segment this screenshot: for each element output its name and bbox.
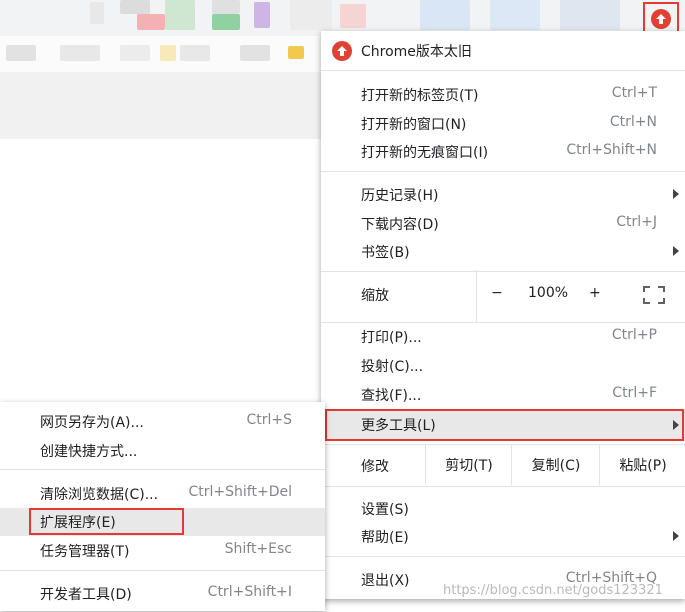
submenu-item-save-page[interactable]: 网页另存为(A)... Ctrl+S	[0, 408, 325, 436]
submenu-item-dev-tools[interactable]: 开发者工具(D) Ctrl+Shift+I	[0, 580, 325, 608]
submenu-arrow-icon	[673, 531, 679, 541]
zoom-out-button[interactable]: −	[491, 285, 503, 301]
menu-item-label: 扩展程序(E)	[40, 515, 116, 531]
menu-item-label: Chrome版本太旧	[361, 44, 472, 60]
menu-item-shortcut: Ctrl+S	[246, 412, 292, 428]
menu-item-label: 退出(X)	[361, 573, 410, 589]
menu-item-shortcut: Ctrl+N	[609, 114, 657, 130]
menu-item-label: 打开新的无痕窗口(I)	[361, 145, 489, 161]
menu-item-shortcut: Ctrl+J	[616, 214, 657, 230]
submenu-item-extensions[interactable]: 扩展程序(E)	[0, 508, 325, 536]
menu-item-edit: 修改 剪切(T) 复制(C) 粘贴(P)	[321, 445, 685, 485]
menu-item-shortcut: Ctrl+Shift+N	[566, 142, 657, 158]
menu-item-label: 网页另存为(A)...	[40, 415, 144, 431]
more-tools-submenu: 网页另存为(A)... Ctrl+S 创建快捷方式... 清除浏览数据(C)..…	[0, 402, 325, 611]
copy-button-label: 复制(C)	[531, 458, 581, 474]
menu-item-label: 打开新的窗口(N)	[361, 117, 467, 133]
cut-button[interactable]: 剪切(T)	[425, 445, 512, 485]
fullscreen-icon[interactable]	[643, 286, 665, 304]
menu-item-label: 投射(C)...	[361, 359, 424, 375]
menu-item-label: 设置(S)	[361, 502, 409, 518]
menu-item-zoom: 缩放 − 100% +	[321, 270, 685, 322]
copy-button[interactable]: 复制(C)	[511, 445, 600, 485]
menu-item-more-tools[interactable]: 更多工具(L)	[321, 409, 685, 441]
zoom-in-button[interactable]: +	[589, 285, 601, 301]
menu-item-shortcut: Shift+Esc	[224, 541, 292, 557]
paste-button[interactable]: 粘贴(P)	[599, 445, 685, 485]
menu-item-bookmarks[interactable]: 书签(B)	[321, 238, 685, 266]
submenu-item-task-manager[interactable]: 任务管理器(T) Shift+Esc	[0, 537, 325, 565]
menu-item-downloads[interactable]: 下载内容(D) Ctrl+J	[321, 210, 685, 238]
menu-item-settings[interactable]: 设置(S)	[321, 495, 685, 523]
zoom-level: 100%	[528, 285, 569, 301]
menu-item-label: 开发者工具(D)	[40, 587, 132, 603]
menu-item-shortcut: Ctrl+F	[612, 385, 657, 401]
zoom-label: 缩放	[361, 288, 389, 304]
menu-item-cast[interactable]: 投射(C)...	[321, 352, 685, 380]
menu-separator	[321, 171, 685, 172]
menu-item-label: 清除浏览数据(C)...	[40, 487, 159, 503]
menu-item-label: 历史记录(H)	[361, 188, 439, 204]
edit-label: 修改	[361, 459, 389, 475]
menu-item-label: 查找(F)...	[361, 388, 422, 404]
menu-item-shortcut: Ctrl+T	[611, 85, 657, 101]
menu-separator	[321, 271, 685, 272]
menu-item-shortcut: Ctrl+P	[611, 327, 657, 343]
menu-item-shortcut: Ctrl+Shift+Del	[188, 484, 292, 500]
menu-item-label: 帮助(E)	[361, 530, 409, 546]
submenu-arrow-icon	[673, 189, 679, 199]
menu-item-find[interactable]: 查找(F)... Ctrl+F	[321, 381, 685, 409]
menu-item-help[interactable]: 帮助(E)	[321, 523, 685, 551]
menu-item-label: 打印(P)...	[361, 330, 422, 346]
menu-separator	[321, 486, 685, 487]
submenu-arrow-icon	[673, 420, 679, 430]
menu-separator	[0, 570, 325, 571]
menu-separator	[0, 469, 325, 470]
menu-item-label: 下载内容(D)	[361, 217, 439, 233]
menu-item-shortcut: Ctrl+Shift+I	[207, 584, 292, 600]
menu-item-update-chrome[interactable]: Chrome版本太旧	[321, 37, 685, 65]
folder-icon	[288, 46, 304, 59]
paste-button-label: 粘贴(P)	[619, 458, 667, 474]
menu-item-new-window[interactable]: 打开新的窗口(N) Ctrl+N	[321, 110, 685, 138]
menu-item-new-tab[interactable]: 打开新的标签页(T) Ctrl+T	[321, 81, 685, 109]
menu-item-label: 书签(B)	[361, 245, 410, 261]
submenu-item-create-shortcut[interactable]: 创建快捷方式...	[0, 437, 325, 465]
menu-separator	[321, 70, 685, 71]
menu-item-history[interactable]: 历史记录(H)	[321, 181, 685, 209]
menu-item-label: 打开新的标签页(T)	[361, 88, 479, 104]
menu-item-label: 创建快捷方式...	[40, 444, 138, 460]
menu-item-new-incognito[interactable]: 打开新的无痕窗口(I) Ctrl+Shift+N	[321, 138, 685, 166]
menu-item-label: 更多工具(L)	[361, 418, 436, 434]
submenu-item-clear-data[interactable]: 清除浏览数据(C)... Ctrl+Shift+Del	[0, 480, 325, 508]
cut-button-label: 剪切(T)	[445, 458, 493, 474]
watermark-text: https://blog.csdn.net/gods123321	[443, 583, 663, 598]
menu-separator	[321, 556, 685, 557]
menu-item-label: 任务管理器(T)	[40, 544, 130, 560]
submenu-arrow-icon	[673, 246, 679, 256]
zoom-divider	[476, 270, 477, 322]
update-arrow-icon	[332, 41, 352, 61]
update-arrow-icon	[651, 9, 671, 29]
menu-item-print[interactable]: 打印(P)... Ctrl+P	[321, 323, 685, 351]
chrome-main-menu: Chrome版本太旧 打开新的标签页(T) Ctrl+T 打开新的窗口(N) C…	[321, 31, 685, 599]
